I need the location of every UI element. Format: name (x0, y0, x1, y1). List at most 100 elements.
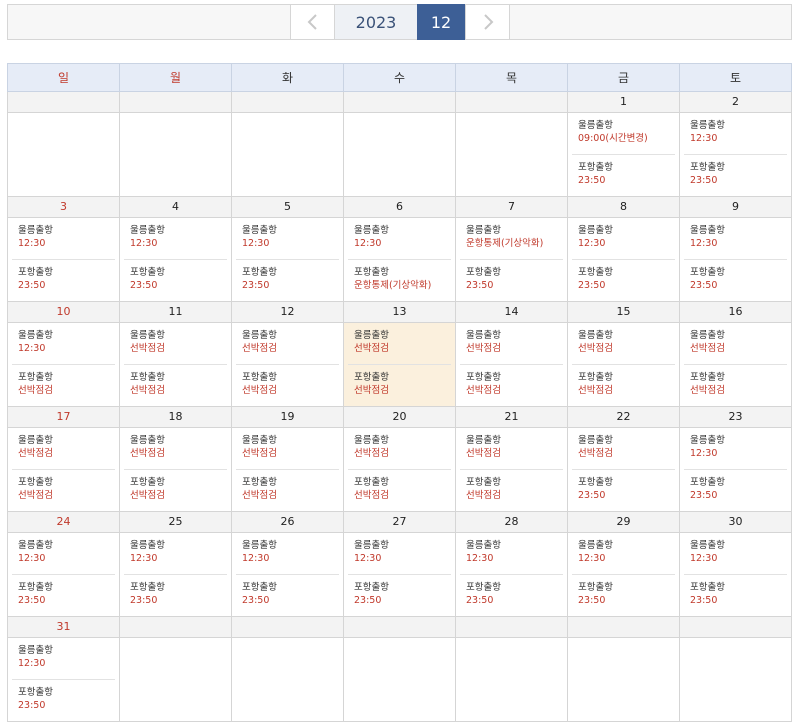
ferry-schedule-entry[interactable]: 포항출항 23:50 (12, 259, 115, 301)
day-cell[interactable]: 울릉출항 선박점검 포항출항 선박점검 (679, 322, 792, 407)
day-cell[interactable]: 울릉출항 12:30 포항출항 23:50 (567, 532, 680, 617)
ferry-schedule-entry[interactable]: 포항출항 선박점검 (124, 364, 227, 406)
ferry-schedule-entry[interactable]: 울릉출항 12:30 (124, 218, 227, 259)
ferry-schedule-entry[interactable]: 포항출항 선박점검 (124, 469, 227, 511)
ferry-schedule-entry[interactable]: 울릉출항 12:30 (12, 533, 115, 574)
ferry-schedule-entry[interactable]: 포항출항 23:50 (124, 259, 227, 301)
ferry-schedule-entry[interactable]: 포항출항 선박점검 (348, 469, 451, 511)
day-cell[interactable]: 울릉출항 선박점검 포항출항 선박점검 (231, 427, 344, 512)
day-number: 8 (567, 196, 680, 218)
day-cell[interactable]: 울릉출항 12:30 포항출항 23:50 (119, 217, 232, 302)
day-cell[interactable]: 울릉출항 12:30 포항출항 23:50 (679, 217, 792, 302)
departure-port-label: 울릉출항 (130, 540, 165, 551)
day-cell[interactable]: 울릉출항 선박점검 포항출항 선박점검 (7, 427, 120, 512)
ferry-schedule-entry[interactable]: 포항출항 23:50 (124, 574, 227, 616)
day-cell[interactable]: 울릉출항 09:00(시간변경) 포항출항 23:50 (567, 112, 680, 197)
ferry-schedule-entry[interactable]: 울릉출항 12:30 (348, 218, 451, 259)
year-display[interactable]: 2023 (335, 4, 417, 40)
ferry-schedule-entry[interactable]: 울릉출항 선박점검 (348, 323, 451, 364)
day-cell[interactable]: 울릉출항 선박점검 포항출항 선박점검 (567, 322, 680, 407)
ferry-schedule-entry[interactable]: 울릉출항 선박점검 (124, 428, 227, 469)
ferry-schedule-entry[interactable]: 울릉출항 12:30 (12, 323, 115, 364)
ferry-schedule-entry[interactable]: 포항출항 23:50 (236, 259, 339, 301)
day-cell[interactable]: 울릉출항 선박점검 포항출항 선박점검 (455, 427, 568, 512)
ferry-schedule-entry[interactable]: 울릉출항 12:30 (572, 218, 675, 259)
day-cell[interactable]: 울릉출항 선박점검 포항출항 선박점검 (119, 322, 232, 407)
ferry-schedule-entry[interactable]: 포항출항 23:50 (572, 154, 675, 196)
day-cell[interactable]: 울릉출항 12:30 포항출항 선박점검 (7, 322, 120, 407)
ferry-schedule-entry[interactable]: 울릉출항 선박점검 (572, 428, 675, 469)
ferry-schedule-entry[interactable]: 울릉출항 선박점검 (460, 428, 563, 469)
ferry-schedule-entry[interactable]: 포항출항 23:50 (12, 679, 115, 721)
ferry-schedule-entry[interactable]: 포항출항 선박점검 (460, 469, 563, 511)
ferry-schedule-entry[interactable]: 울릉출항 선박점검 (572, 323, 675, 364)
ferry-schedule-entry[interactable]: 포항출항 선박점검 (572, 364, 675, 406)
ferry-schedule-entry[interactable]: 울릉출항 선박점검 (236, 323, 339, 364)
ferry-schedule-entry[interactable]: 울릉출항 선박점검 (348, 428, 451, 469)
ferry-schedule-entry[interactable]: 울릉출항 12:30 (12, 638, 115, 679)
day-cell[interactable]: 울릉출항 12:30 포항출항 23:50 (679, 427, 792, 512)
day-cell[interactable]: 울릉출항 12:30 포항출항 운항통제(기상악화) (343, 217, 456, 302)
ferry-schedule-entry[interactable]: 울릉출항 선박점검 (684, 323, 787, 364)
ferry-schedule-entry[interactable]: 포항출항 23:50 (684, 574, 787, 616)
ferry-schedule-entry[interactable]: 포항출항 선박점검 (460, 364, 563, 406)
ferry-schedule-entry[interactable]: 포항출항 23:50 (572, 259, 675, 301)
ferry-schedule-entry[interactable]: 포항출항 23:50 (684, 469, 787, 511)
day-cell[interactable]: 울릉출항 운항통제(기상악화) 포항출항 23:50 (455, 217, 568, 302)
ferry-schedule-entry[interactable]: 울릉출항 12:30 (12, 218, 115, 259)
ferry-schedule-entry[interactable]: 포항출항 선박점검 (12, 364, 115, 406)
day-cell[interactable]: 울릉출항 12:30 포항출항 23:50 (679, 532, 792, 617)
ferry-schedule-entry[interactable]: 포항출항 23:50 (684, 154, 787, 196)
day-cell[interactable]: 울릉출항 12:30 포항출항 23:50 (231, 532, 344, 617)
day-cell[interactable]: 울릉출항 선박점검 포항출항 선박점검 (119, 427, 232, 512)
ferry-schedule-entry[interactable]: 포항출항 23:50 (572, 574, 675, 616)
ferry-schedule-entry[interactable]: 울릉출항 12:30 (124, 533, 227, 574)
day-cell[interactable]: 울릉출항 12:30 포항출항 23:50 (119, 532, 232, 617)
month-display[interactable]: 12 (417, 4, 465, 40)
day-cell[interactable]: 울릉출항 선박점검 포항출항 선박점검 (343, 427, 456, 512)
day-cell[interactable]: 울릉출항 12:30 포항출항 23:50 (7, 637, 120, 722)
day-cell[interactable]: 울릉출항 12:30 포항출항 23:50 (567, 217, 680, 302)
day-cell[interactable]: 울릉출항 12:30 포항출항 23:50 (343, 532, 456, 617)
day-cell[interactable]: 울릉출항 12:30 포항출항 23:50 (7, 217, 120, 302)
ferry-schedule-entry[interactable]: 울릉출항 09:00(시간변경) (572, 113, 675, 154)
day-cell[interactable]: 울릉출항 선박점검 포항출항 선박점검 (343, 322, 456, 407)
ferry-schedule-entry[interactable]: 울릉출항 운항통제(기상악화) (460, 218, 563, 259)
ferry-schedule-entry[interactable]: 포항출항 23:50 (460, 259, 563, 301)
next-month-button[interactable] (465, 4, 510, 40)
ferry-schedule-entry[interactable]: 울릉출항 선박점검 (236, 428, 339, 469)
ferry-schedule-entry[interactable]: 포항출항 23:50 (460, 574, 563, 616)
day-cell[interactable]: 울릉출항 12:30 포항출항 23:50 (231, 217, 344, 302)
ferry-schedule-entry[interactable]: 울릉출항 12:30 (348, 533, 451, 574)
ferry-schedule-entry[interactable]: 울릉출항 선박점검 (460, 323, 563, 364)
ferry-schedule-entry[interactable]: 울릉출항 12:30 (684, 218, 787, 259)
ferry-schedule-entry[interactable]: 포항출항 23:50 (348, 574, 451, 616)
ferry-schedule-entry[interactable]: 포항출항 선박점검 (684, 364, 787, 406)
day-cell[interactable]: 울릉출항 12:30 포항출항 23:50 (455, 532, 568, 617)
ferry-schedule-entry[interactable]: 포항출항 운항통제(기상악화) (348, 259, 451, 301)
ferry-schedule-entry[interactable]: 울릉출항 12:30 (572, 533, 675, 574)
ferry-schedule-entry[interactable]: 울릉출항 선박점검 (12, 428, 115, 469)
day-cell[interactable]: 울릉출항 선박점검 포항출항 23:50 (567, 427, 680, 512)
ferry-schedule-entry[interactable]: 울릉출항 12:30 (684, 113, 787, 154)
prev-month-button[interactable] (290, 4, 335, 40)
ferry-schedule-entry[interactable]: 포항출항 선박점검 (236, 469, 339, 511)
ferry-schedule-entry[interactable]: 포항출항 선박점검 (12, 469, 115, 511)
ferry-schedule-entry[interactable]: 울릉출항 12:30 (236, 218, 339, 259)
departure-status: 선박점검 (578, 448, 613, 459)
ferry-schedule-entry[interactable]: 포항출항 23:50 (684, 259, 787, 301)
ferry-schedule-entry[interactable]: 울릉출항 선박점검 (124, 323, 227, 364)
ferry-schedule-entry[interactable]: 포항출항 23:50 (12, 574, 115, 616)
ferry-schedule-entry[interactable]: 울릉출항 12:30 (684, 533, 787, 574)
ferry-schedule-entry[interactable]: 포항출항 선박점검 (348, 364, 451, 406)
ferry-schedule-entry[interactable]: 울릉출항 12:30 (460, 533, 563, 574)
ferry-schedule-entry[interactable]: 울릉출항 12:30 (684, 428, 787, 469)
ferry-schedule-entry[interactable]: 울릉출항 12:30 (236, 533, 339, 574)
day-cell[interactable]: 울릉출항 선박점검 포항출항 선박점검 (231, 322, 344, 407)
ferry-schedule-entry[interactable]: 포항출항 선박점검 (236, 364, 339, 406)
day-cell[interactable]: 울릉출항 12:30 포항출항 23:50 (679, 112, 792, 197)
day-cell[interactable]: 울릉출항 선박점검 포항출항 선박점검 (455, 322, 568, 407)
ferry-schedule-entry[interactable]: 포항출항 23:50 (572, 469, 675, 511)
ferry-schedule-entry[interactable]: 포항출항 23:50 (236, 574, 339, 616)
day-cell[interactable]: 울릉출항 12:30 포항출항 23:50 (7, 532, 120, 617)
